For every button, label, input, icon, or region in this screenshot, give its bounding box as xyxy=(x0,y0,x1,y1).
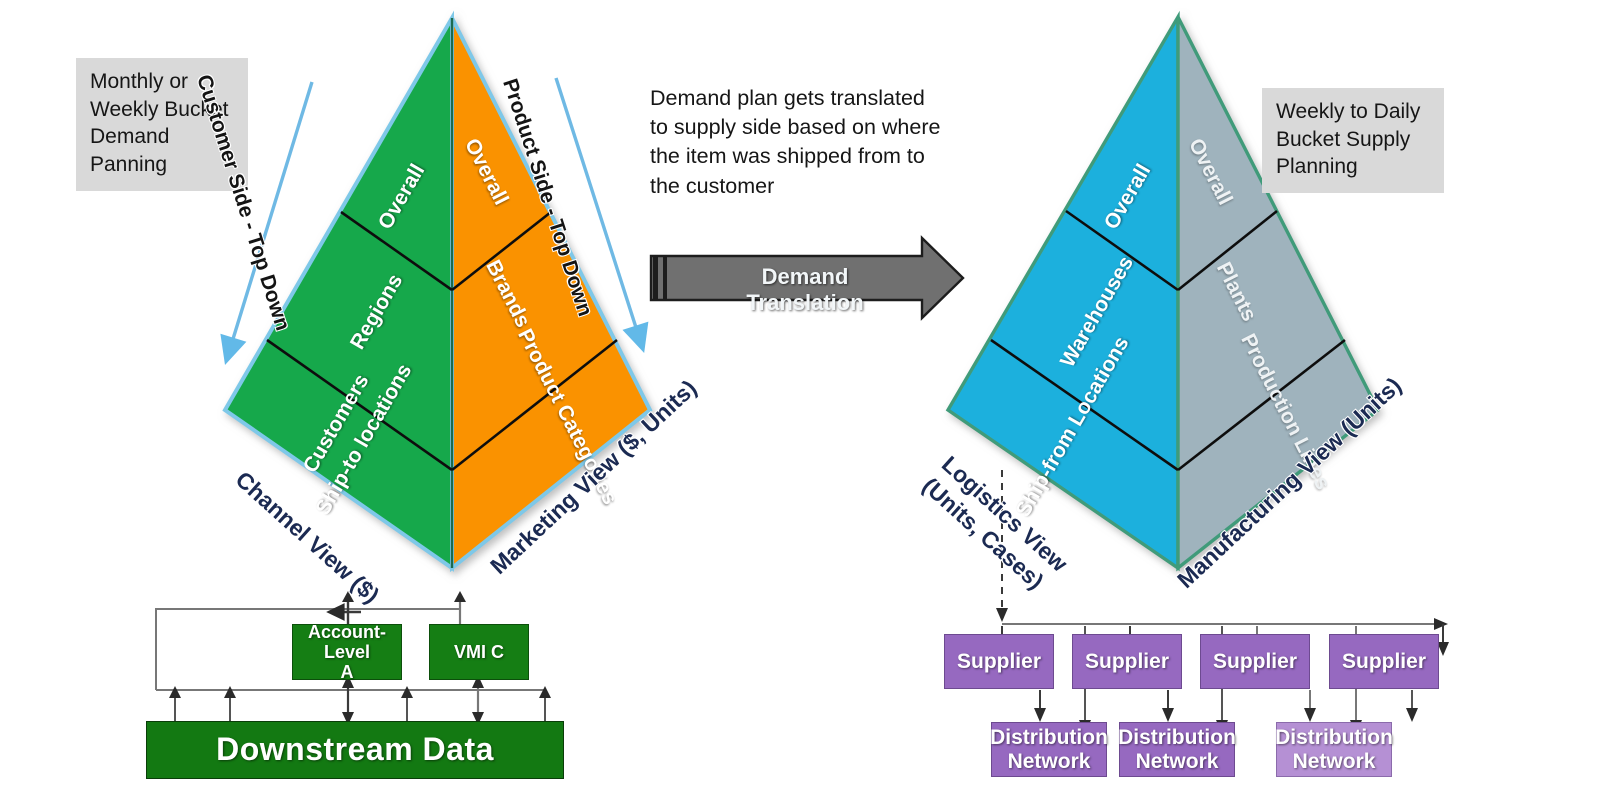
supply-pyramid-left-face xyxy=(945,10,1180,572)
demand-translation-arrow xyxy=(649,235,965,321)
note-supply-bucket: Weekly to Daily Bucket Supply Planning xyxy=(1262,88,1444,194)
supply-node-supplier-4[interactable]: Supplier xyxy=(1329,634,1439,689)
demand-node-vmi-c[interactable]: VMI C xyxy=(429,624,529,680)
demand-pyramid xyxy=(222,10,653,573)
supply-node-supplier-3[interactable]: Supplier xyxy=(1200,634,1310,689)
supply-node-supplier-2[interactable]: Supplier xyxy=(1072,634,1182,689)
supply-node-distribution-network-3[interactable]: Distribution Network xyxy=(1275,722,1393,777)
demand-foundation-downstream-data[interactable]: Downstream Data xyxy=(146,721,564,779)
demand-node-account-level-a[interactable]: Account-Level A xyxy=(292,622,402,682)
demand-pyramid-right-face xyxy=(450,17,653,573)
supply-node-distribution-network-2[interactable]: Distribution Network xyxy=(1118,722,1236,777)
diagram-canvas: Monthly or Weekly Bucket Demand Panning … xyxy=(0,0,1600,800)
demand-pyramid-left-face xyxy=(222,10,454,572)
supply-node-distribution-network-1[interactable]: Distribution Network xyxy=(990,722,1108,777)
note-demand-bucket: Monthly or Weekly Bucket Demand Panning xyxy=(76,58,248,191)
note-demand-translation-description: Demand plan gets translated to supply si… xyxy=(650,86,941,198)
supply-node-supplier-1[interactable]: Supplier xyxy=(944,634,1054,689)
